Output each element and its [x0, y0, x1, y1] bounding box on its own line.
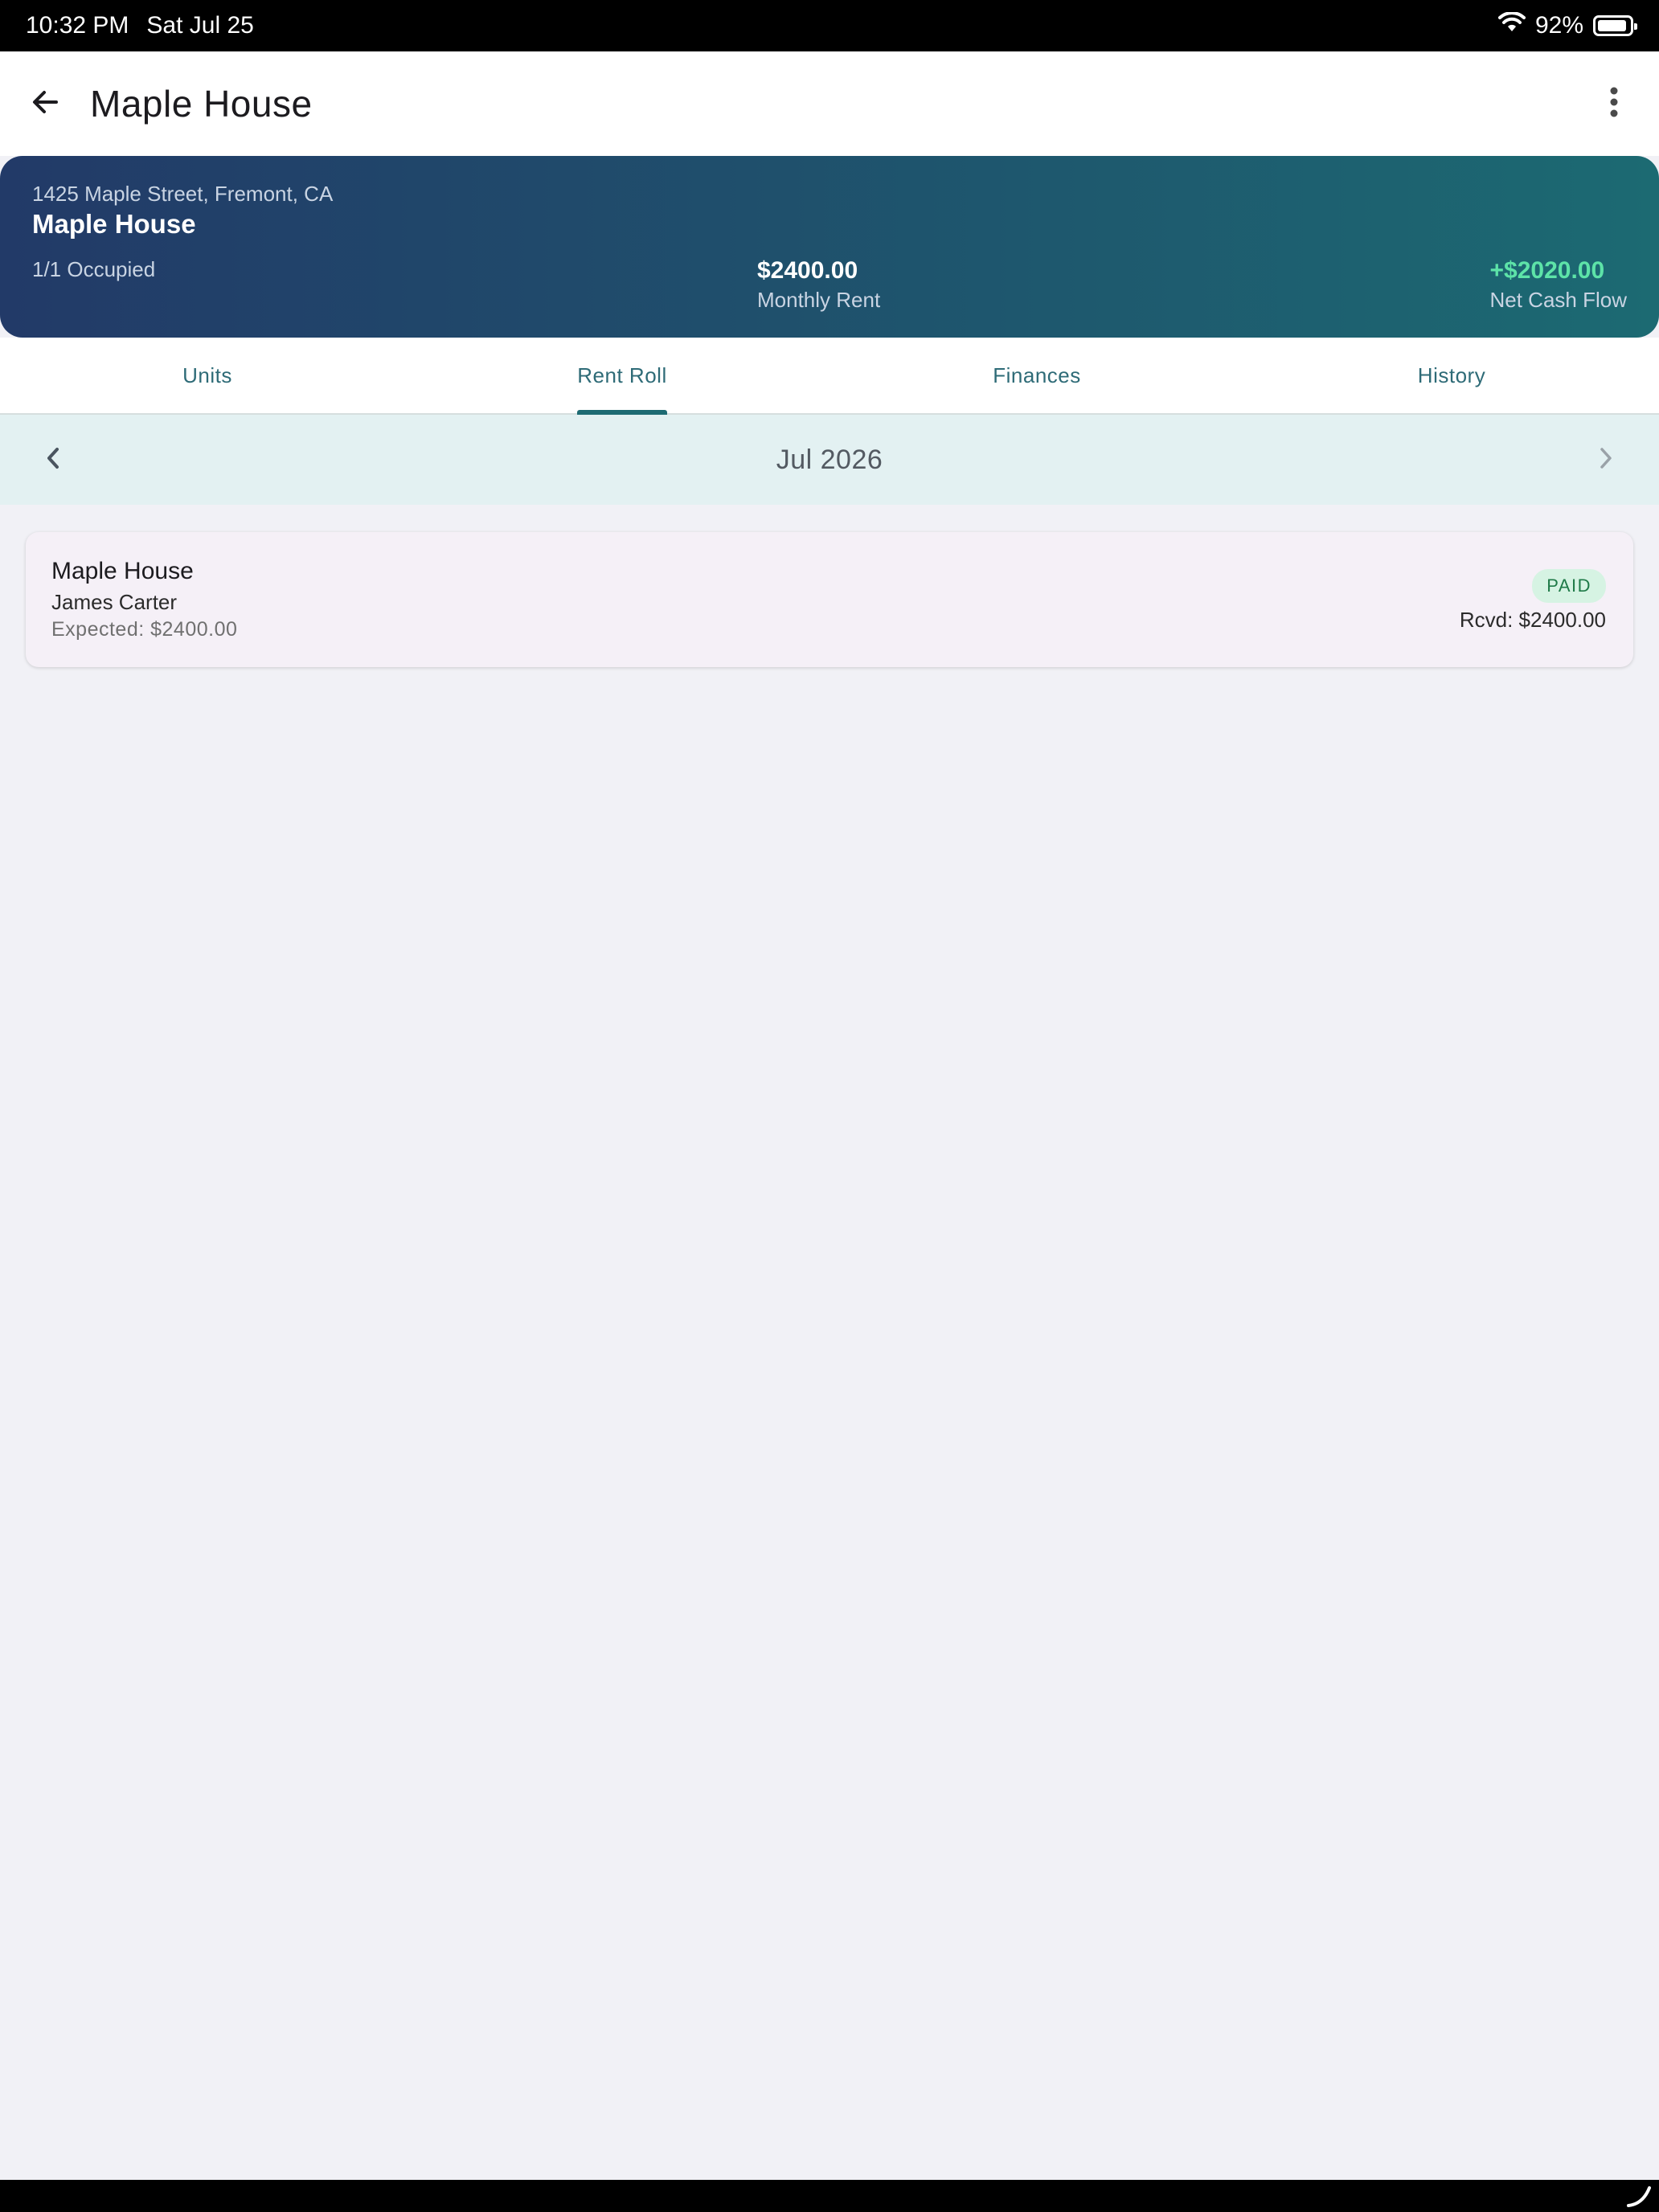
net-cash-flow-stat: +$2020.00 Net Cash Flow — [1490, 257, 1628, 313]
page-title: Maple House — [90, 83, 313, 125]
back-button[interactable] — [24, 83, 66, 125]
property-address: 1425 Maple Street, Fremont, CA — [32, 182, 334, 206]
status-date: Sat Jul 25 — [146, 12, 254, 39]
status-bar: 10:32 PM Sat Jul 25 92% — [0, 0, 1659, 51]
rent-item-expected: Expected: $2400.00 — [51, 618, 238, 641]
tab-rent-roll[interactable]: Rent Roll — [415, 338, 830, 413]
monthly-rent-label: Monthly Rent — [757, 288, 881, 312]
tab-bar: Units Rent Roll Finances History — [0, 338, 1659, 415]
rent-roll-item[interactable]: Maple House James Carter Expected: $2400… — [26, 532, 1633, 667]
month-navigator: Jul 2026 — [0, 415, 1659, 505]
tab-units[interactable]: Units — [0, 338, 415, 413]
battery-icon — [1593, 15, 1637, 36]
app-bar: Maple House — [0, 51, 1659, 156]
next-month-button[interactable] — [1585, 439, 1627, 481]
net-cash-flow-label: Net Cash Flow — [1489, 288, 1628, 312]
net-cash-flow-value: +$2020.00 — [1489, 257, 1605, 284]
arrow-left-icon — [29, 86, 61, 122]
current-month-label: Jul 2026 — [776, 444, 883, 475]
rent-item-received: Rcvd: $2400.00 — [1459, 608, 1606, 632]
occupancy-status: 1/1 Occupied — [32, 257, 156, 281]
property-name: Maple House — [32, 209, 196, 239]
corner-indicator-icon — [1625, 2185, 1653, 2209]
tab-history[interactable]: History — [1244, 338, 1659, 413]
status-badge: PAID — [1532, 569, 1606, 603]
rent-item-property: Maple House — [51, 558, 194, 584]
monthly-rent-value: $2400.00 — [757, 257, 858, 284]
more-options-button[interactable] — [1593, 83, 1635, 125]
rent-item-tenant: James Carter — [51, 590, 178, 614]
bottom-system-bar — [0, 2180, 1659, 2212]
chevron-right-icon — [1596, 445, 1616, 475]
chevron-left-icon — [43, 445, 63, 475]
wifi-icon — [1497, 11, 1526, 39]
more-vertical-icon — [1609, 87, 1619, 121]
tab-finances[interactable]: Finances — [830, 338, 1244, 413]
monthly-rent-stat: $2400.00 Monthly Rent — [757, 257, 880, 313]
previous-month-button[interactable] — [32, 439, 74, 481]
status-time: 10:32 PM — [26, 12, 129, 39]
property-summary-card: 1425 Maple Street, Fremont, CA Maple Hou… — [0, 156, 1659, 338]
battery-percent: 92% — [1534, 12, 1583, 39]
